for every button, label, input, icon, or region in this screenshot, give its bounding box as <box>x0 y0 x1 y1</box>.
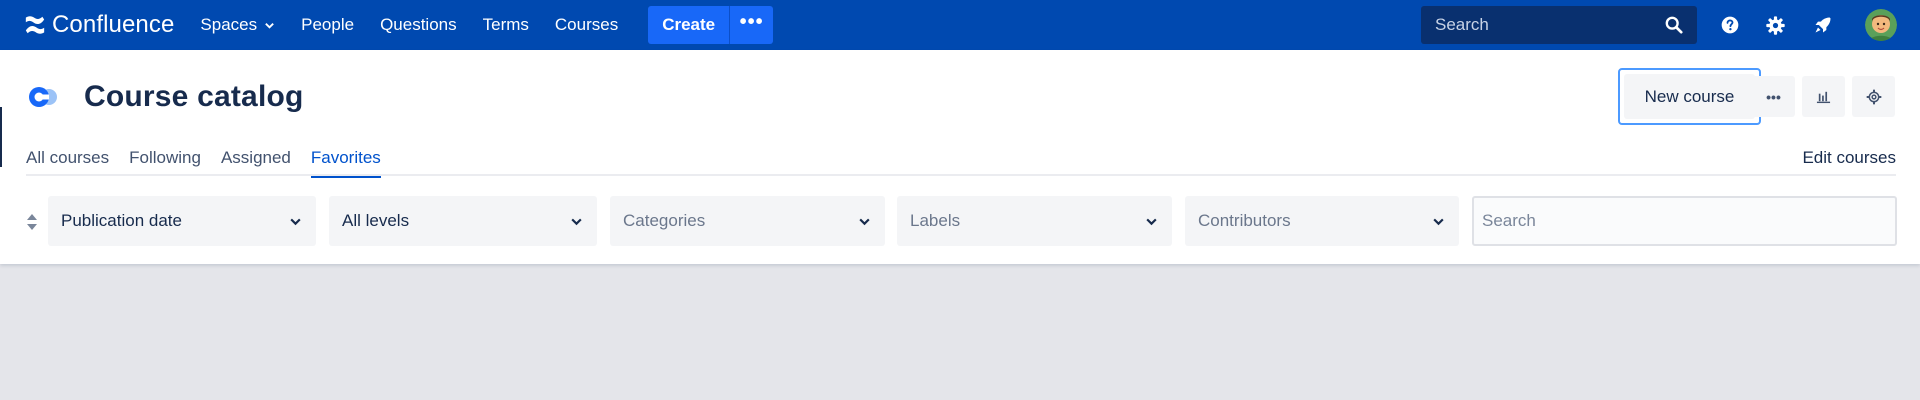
new-course-label: New course <box>1624 74 1755 119</box>
chevron-down-icon <box>1433 218 1444 225</box>
new-course-button[interactable]: New course <box>1618 68 1761 125</box>
create-button-group: Create ••• <box>648 6 774 44</box>
sort-by-value: Publication date <box>61 211 182 230</box>
categories-placeholder: Categories <box>623 211 706 230</box>
labels-select[interactable]: Labels <box>897 196 1172 246</box>
confluence-icon <box>25 16 45 34</box>
tab-favorites[interactable]: Favorites <box>310 148 381 178</box>
search-icon[interactable] <box>1665 16 1683 34</box>
analytics-button[interactable] <box>1802 76 1845 117</box>
nav-people[interactable]: People <box>301 15 354 35</box>
tab-all-courses[interactable]: All courses <box>26 148 109 177</box>
more-icon: ••• <box>739 11 764 33</box>
settings-button[interactable] <box>1852 76 1895 117</box>
bar-chart-icon <box>1816 91 1831 104</box>
course-search <box>1472 196 1897 246</box>
chevron-down-icon <box>1146 218 1157 225</box>
gear-icon[interactable] <box>1763 13 1787 37</box>
global-search-input[interactable] <box>1421 15 1651 35</box>
create-button[interactable]: Create <box>648 6 730 44</box>
contributors-select[interactable]: Contributors <box>1185 196 1459 246</box>
tabs-divider <box>26 174 1896 176</box>
more-actions-button[interactable]: ••• <box>1752 76 1795 117</box>
nav-courses[interactable]: Courses <box>555 15 618 35</box>
user-avatar[interactable] <box>1865 9 1897 41</box>
chevron-down-icon <box>859 218 870 225</box>
confluence-logo[interactable]: Confluence <box>24 11 174 39</box>
app-name: Confluence <box>52 11 175 38</box>
nav-terms[interactable]: Terms <box>483 15 529 35</box>
chevron-down-icon <box>571 218 582 225</box>
global-search <box>1421 6 1697 44</box>
top-navigation-bar: Confluence Spaces People Questions Terms… <box>0 0 1920 50</box>
tab-assigned[interactable]: Assigned <box>221 148 291 177</box>
chevron-down-icon <box>290 218 301 225</box>
level-value: All levels <box>342 211 410 230</box>
contributors-placeholder: Contributors <box>1198 211 1291 230</box>
course-catalog-logo-icon <box>29 87 57 107</box>
categories-select[interactable]: Categories <box>610 196 885 246</box>
left-edge-marker <box>0 107 2 167</box>
sort-order-icon[interactable] <box>26 213 38 231</box>
labels-placeholder: Labels <box>910 211 961 230</box>
edit-courses-link[interactable]: Edit courses <box>1802 148 1896 168</box>
catalog-tabs: All courses Following Assigned Favorites <box>26 148 401 178</box>
nav-spaces-label: Spaces <box>200 15 258 34</box>
page-title: Course catalog <box>84 80 304 113</box>
nav-spaces[interactable]: Spaces <box>200 15 275 35</box>
gear-icon <box>1866 89 1881 104</box>
more-icon: ••• <box>1766 88 1781 105</box>
chevron-down-icon <box>265 22 274 29</box>
nav-questions[interactable]: Questions <box>380 15 457 35</box>
level-select[interactable]: All levels <box>329 196 597 246</box>
course-search-input[interactable] <box>1474 211 1895 231</box>
help-icon[interactable] <box>1718 13 1742 37</box>
sort-by-select[interactable]: Publication date <box>48 196 316 246</box>
rocket-icon[interactable] <box>1811 13 1835 37</box>
create-more-button[interactable]: ••• <box>729 6 774 44</box>
tab-following[interactable]: Following <box>129 148 201 177</box>
